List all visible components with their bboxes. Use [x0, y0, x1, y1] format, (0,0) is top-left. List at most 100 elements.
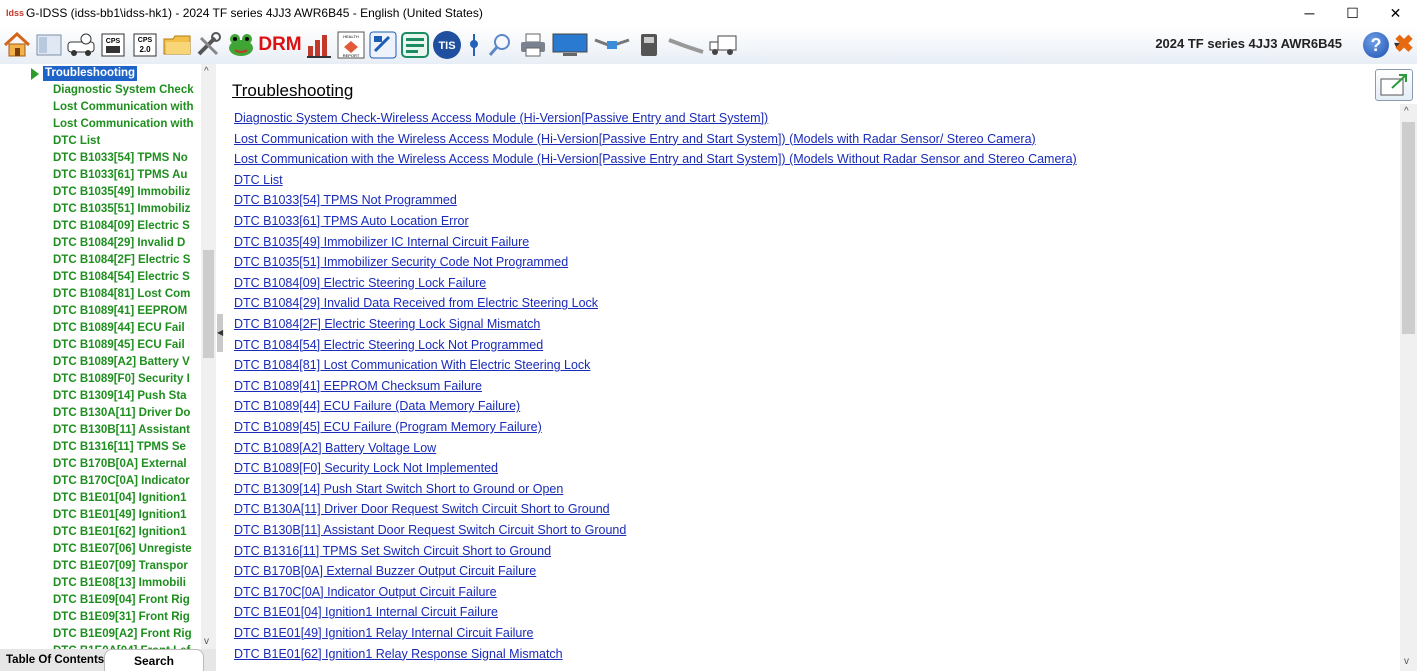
toc-item[interactable]: DTC B1E09[04] Front Rig — [53, 592, 201, 609]
toc-item[interactable]: DTC B1E07[09] Transpor — [53, 558, 201, 575]
toc-item[interactable]: Lost Communication with — [53, 99, 201, 116]
print-icon[interactable] — [518, 30, 548, 60]
toc-item[interactable]: DTC B130A[11] Driver Do — [53, 405, 201, 422]
flash-tool-icon[interactable] — [368, 30, 398, 60]
troubleshooting-link[interactable]: DTC B1035[49] Immobilizer IC Internal Ci… — [234, 233, 529, 251]
scroll-down-icon[interactable]: v — [1404, 656, 1409, 667]
troubleshooting-link[interactable]: DTC B170C[0A] Indicator Output Circuit F… — [234, 583, 497, 601]
toc-item[interactable]: DTC B1089[44] ECU Fail — [53, 320, 201, 337]
troubleshooting-link[interactable]: DTC B1084[81] Lost Communication With El… — [234, 356, 590, 374]
tools-icon[interactable] — [194, 30, 224, 60]
troubleshooting-link[interactable]: DTC B130B[11] Assistant Door Request Swi… — [234, 521, 626, 539]
troubleshooting-link[interactable]: DTC B1309[14] Push Start Switch Short to… — [234, 480, 563, 498]
tab-search[interactable]: Search — [104, 649, 204, 671]
troubleshooting-link[interactable]: DTC B130A[11] Driver Door Request Switch… — [234, 500, 610, 518]
toc-item[interactable]: DTC B1E01[62] Ignition1 — [53, 524, 201, 541]
connection-icon[interactable] — [666, 30, 706, 60]
drm-button[interactable]: DRM — [258, 30, 302, 60]
toc-item[interactable]: DTC B1E09[A2] Front Rig — [53, 626, 201, 643]
troubleshooting-link[interactable]: DTC B170B[0A] External Buzzer Output Cir… — [234, 562, 536, 580]
scroll-down-icon[interactable]: v — [204, 636, 209, 647]
satellite-icon[interactable] — [592, 30, 632, 60]
troubleshooting-link[interactable]: DTC B1316[11] TPMS Set Switch Circuit Sh… — [234, 542, 551, 560]
toc-item[interactable]: DTC B1089[45] ECU Fail — [53, 337, 201, 354]
toc-item[interactable]: DTC B1084[09] Electric S — [53, 218, 201, 235]
troubleshooting-link[interactable]: DTC B1084[2F] Electric Steering Lock Sig… — [234, 315, 540, 333]
scroll-thumb[interactable] — [1402, 122, 1415, 334]
troubleshooting-link[interactable]: DTC B1089[A2] Battery Voltage Low — [234, 439, 436, 457]
toc-item[interactable]: DTC B1E09[31] Front Rig — [53, 609, 201, 626]
search-icon[interactable] — [486, 30, 516, 60]
toc-item[interactable]: DTC B1089[A2] Battery V — [53, 354, 201, 371]
folder-icon[interactable] — [162, 30, 192, 60]
troubleshooting-link[interactable]: DTC B1084[09] Electric Steering Lock Fai… — [234, 274, 486, 292]
report-chart-icon[interactable] — [304, 30, 334, 60]
health-report-icon[interactable]: HEALTH REPORT — [336, 30, 366, 60]
troubleshooting-link[interactable]: Diagnostic System Check-Wireless Access … — [234, 109, 768, 127]
frog-icon[interactable] — [226, 30, 256, 60]
toc-item[interactable]: DTC B1E01[04] Ignition1 — [53, 490, 201, 507]
troubleshooting-link[interactable]: DTC B1089[44] ECU Failure (Data Memory F… — [234, 397, 520, 415]
truck-icon[interactable] — [708, 30, 738, 60]
toc-item[interactable]: DTC B130B[11] Assistant — [53, 422, 201, 439]
toc-item[interactable]: DTC B1033[54] TPMS No — [53, 150, 201, 167]
toc-item[interactable]: DTC B1035[49] Immobiliz — [53, 184, 201, 201]
toc-item[interactable]: DTC B170B[0A] External — [53, 456, 201, 473]
toc-item[interactable]: DTC B1E08[13] Immobili — [53, 575, 201, 592]
toc-item[interactable]: DTC B1316[11] TPMS Se — [53, 439, 201, 456]
collapse-arrow-icon[interactable]: ◀ — [217, 328, 223, 337]
troubleshooting-link[interactable]: DTC B1033[54] TPMS Not Programmed — [234, 191, 457, 209]
toc-item[interactable]: DTC B1089[41] EEPROM — [53, 303, 201, 320]
tis-button[interactable]: TIS — [432, 30, 462, 60]
cps-icon[interactable]: CPS — [98, 30, 128, 60]
content-scrollbar[interactable]: ^ v — [1400, 104, 1417, 671]
troubleshooting-link[interactable]: DTC B1089[41] EEPROM Checksum Failure — [234, 377, 482, 395]
toc-item[interactable]: DTC B1035[51] Immobiliz — [53, 201, 201, 218]
toc-item[interactable]: DTC B1E01[49] Ignition1 — [53, 507, 201, 524]
sidebar-scrollbar[interactable]: ^ v — [201, 64, 216, 649]
troubleshooting-link[interactable]: DTC B1089[45] ECU Failure (Program Memor… — [234, 418, 542, 436]
popout-window-icon[interactable] — [1375, 69, 1413, 101]
troubleshooting-link[interactable]: DTC B1089[F0] Security Lock Not Implemen… — [234, 459, 498, 477]
toc-item[interactable]: DTC B1084[81] Lost Com — [53, 286, 201, 303]
pin-icon[interactable] — [464, 30, 484, 60]
vehicle-diagnosis-icon[interactable] — [66, 30, 96, 60]
toc-item[interactable]: DTC B1089[F0] Security I — [53, 371, 201, 388]
troubleshooting-link[interactable]: DTC B1084[29] Invalid Data Received from… — [234, 294, 598, 312]
home-icon[interactable] — [2, 30, 32, 60]
troubleshooting-link[interactable]: DTC B1033[61] TPMS Auto Location Error — [234, 212, 469, 230]
monitor-icon[interactable] — [550, 30, 590, 60]
toc-root-item[interactable]: Troubleshooting — [43, 66, 138, 81]
minimize-button[interactable]: ─ — [1288, 0, 1331, 26]
device-icon[interactable] — [634, 30, 664, 60]
toc-item[interactable]: DTC B1084[29] Invalid D — [53, 235, 201, 252]
cps2-icon[interactable]: CPS 2.0 — [130, 30, 160, 60]
toc-item[interactable]: DTC B1309[14] Push Sta — [53, 388, 201, 405]
troubleshooting-link[interactable]: DTC B1E01[62] Ignition1 Relay Response S… — [234, 645, 563, 663]
troubleshooting-link[interactable]: DTC List — [234, 171, 283, 189]
troubleshooting-link[interactable]: DTC B1084[54] Electric Steering Lock Not… — [234, 336, 543, 354]
toc-item[interactable]: DTC B1084[2F] Electric S — [53, 252, 201, 269]
toc-item[interactable]: DTC List — [53, 133, 201, 150]
troubleshooting-link[interactable]: Lost Communication with the Wireless Acc… — [234, 150, 1077, 168]
toc-item[interactable]: Diagnostic System Check — [53, 82, 201, 99]
troubleshooting-link[interactable]: DTC B1E01[04] Ignition1 Internal Circuit… — [234, 603, 498, 621]
troubleshooting-link[interactable]: DTC B1E01[49] Ignition1 Relay Internal C… — [234, 624, 533, 642]
splitter-grip[interactable]: ◀ — [217, 314, 223, 352]
help-icon[interactable]: ? — [1363, 32, 1389, 58]
tree-expand-icon[interactable] — [31, 68, 39, 80]
program-icon[interactable] — [400, 30, 430, 60]
toc-item[interactable]: DTC B170C[0A] Indicator — [53, 473, 201, 490]
scroll-up-icon[interactable]: ^ — [204, 66, 209, 77]
exit-icon[interactable]: ✖ — [1393, 32, 1415, 58]
pane-splitter[interactable]: ◀ — [216, 64, 224, 649]
scroll-up-icon[interactable]: ^ — [1404, 106, 1409, 117]
troubleshooting-link[interactable]: Lost Communication with the Wireless Acc… — [234, 130, 1036, 148]
maximize-button[interactable]: ☐ — [1331, 0, 1374, 26]
scroll-thumb[interactable] — [203, 250, 214, 358]
toc-item[interactable]: DTC B1E07[06] Unregiste — [53, 541, 201, 558]
toc-item[interactable]: DTC B1084[54] Electric S — [53, 269, 201, 286]
close-button[interactable]: ✕ — [1374, 0, 1417, 26]
troubleshooting-link[interactable]: DTC B1035[51] Immobilizer Security Code … — [234, 253, 568, 271]
tab-table-of-contents[interactable]: Table Of Contents — [0, 649, 108, 671]
